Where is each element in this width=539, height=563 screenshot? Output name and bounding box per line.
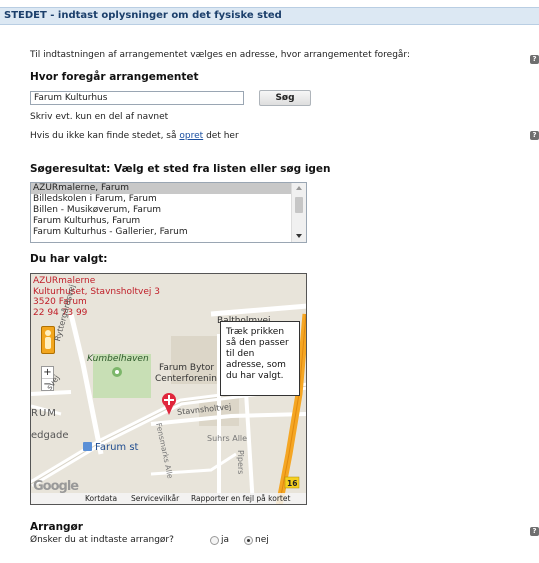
map-label: Centerforenin: [155, 374, 217, 384]
address-line: 22 94 73 99: [33, 307, 88, 318]
google-logo: Google: [33, 479, 79, 494]
route-badge: 16: [287, 479, 298, 488]
map-label: Pipers: [236, 450, 245, 475]
report-error-link[interactable]: Rapporter en fejl på kortet: [191, 493, 290, 504]
not-found-prefix: Hvis du ikke kan finde stedet, så: [30, 131, 177, 141]
organizer-heading: Arrangør: [30, 521, 83, 533]
list-item[interactable]: Billedskolen i Farum, Farum: [31, 194, 306, 205]
location-heading: Hvor foregår arrangementet: [30, 71, 199, 83]
tooltip-line: adresse, som: [226, 360, 286, 370]
map-label: Farum st: [95, 442, 139, 453]
tooltip-line: Træk prikken: [226, 327, 285, 337]
scroll-down-icon[interactable]: [296, 234, 302, 238]
scroll-up-icon[interactable]: [296, 186, 302, 190]
list-item[interactable]: AZURmalerne, Farum: [31, 183, 306, 194]
section-header: STEDET - indtast oplysninger om det fysi…: [0, 7, 539, 25]
listbox-scrollbar[interactable]: [291, 183, 306, 242]
address-line: Kulturhuset, Stavnsholtvej 3: [33, 286, 160, 297]
intro-text: Til indtastningen af arrangementet vælge…: [30, 50, 410, 60]
section-title: STEDET - indtast oplysninger om det fysi…: [4, 10, 282, 21]
search-button[interactable]: Søg: [259, 90, 311, 106]
tooltip-line: så den passer: [226, 338, 289, 348]
results-listbox[interactable]: AZURmalerne, Farum Billedskolen i Farum,…: [30, 182, 307, 243]
organizer-question: Ønsker du at indtaste arrangør?: [30, 535, 174, 545]
terms-link[interactable]: Servicevilkår: [131, 493, 179, 504]
organizer-yes-radio[interactable]: [210, 536, 219, 545]
map[interactable]: AZURmalerne Kulturhuset, Stavnsholtvej 3…: [30, 273, 307, 505]
scroll-thumb[interactable]: [295, 197, 303, 213]
create-place-link[interactable]: opret: [179, 131, 203, 141]
list-item[interactable]: Farum Kulturhus - Gallerier, Farum: [31, 227, 306, 238]
organizer-yes-label: ja: [221, 535, 230, 545]
chosen-heading: Du har valgt:: [30, 253, 108, 265]
not-found-suffix: det her: [206, 131, 239, 141]
selected-address: AZURmalerne Kulturhuset, Stavnsholtvej 3…: [33, 276, 160, 318]
organizer-no-label: nej: [255, 535, 269, 545]
map-tooltip: Træk prikken så den passer til den adres…: [220, 321, 300, 396]
train-icon: [83, 442, 92, 451]
map-label: Kumbelhaven: [87, 354, 149, 364]
not-found-text: Hvis du ikke kan finde stedet, så opret …: [30, 131, 239, 141]
map-label: Suhrs Alle: [207, 434, 248, 443]
map-label: RUM: [31, 408, 57, 419]
help-icon[interactable]: ?: [530, 55, 539, 64]
map-data-link[interactable]: Kortdata: [85, 493, 117, 504]
tooltip-line: til den: [226, 349, 255, 359]
results-heading: Søgeresultat: Vælg et sted fra listen el…: [30, 163, 331, 175]
help-icon[interactable]: ?: [530, 131, 539, 140]
address-line: AZURmalerne: [33, 276, 96, 286]
help-icon[interactable]: ?: [530, 527, 539, 536]
map-label: Farum Bytor: [159, 363, 215, 373]
search-hint: Skriv evt. kun en del af navnet: [30, 112, 169, 122]
address-line: 3520 Farum: [33, 297, 87, 307]
organizer-no-radio[interactable]: [244, 536, 253, 545]
location-search-input[interactable]: Farum Kulturhus: [30, 91, 244, 105]
map-label: edgade: [31, 430, 69, 441]
tooltip-line: du har valgt.: [226, 371, 284, 381]
map-footer: Kortdata Servicevilkår Rapporter en fejl…: [31, 493, 306, 504]
list-item[interactable]: Billen - Musikøverum, Farum: [31, 205, 306, 216]
list-item[interactable]: Farum Kulturhus, Farum: [31, 216, 306, 227]
